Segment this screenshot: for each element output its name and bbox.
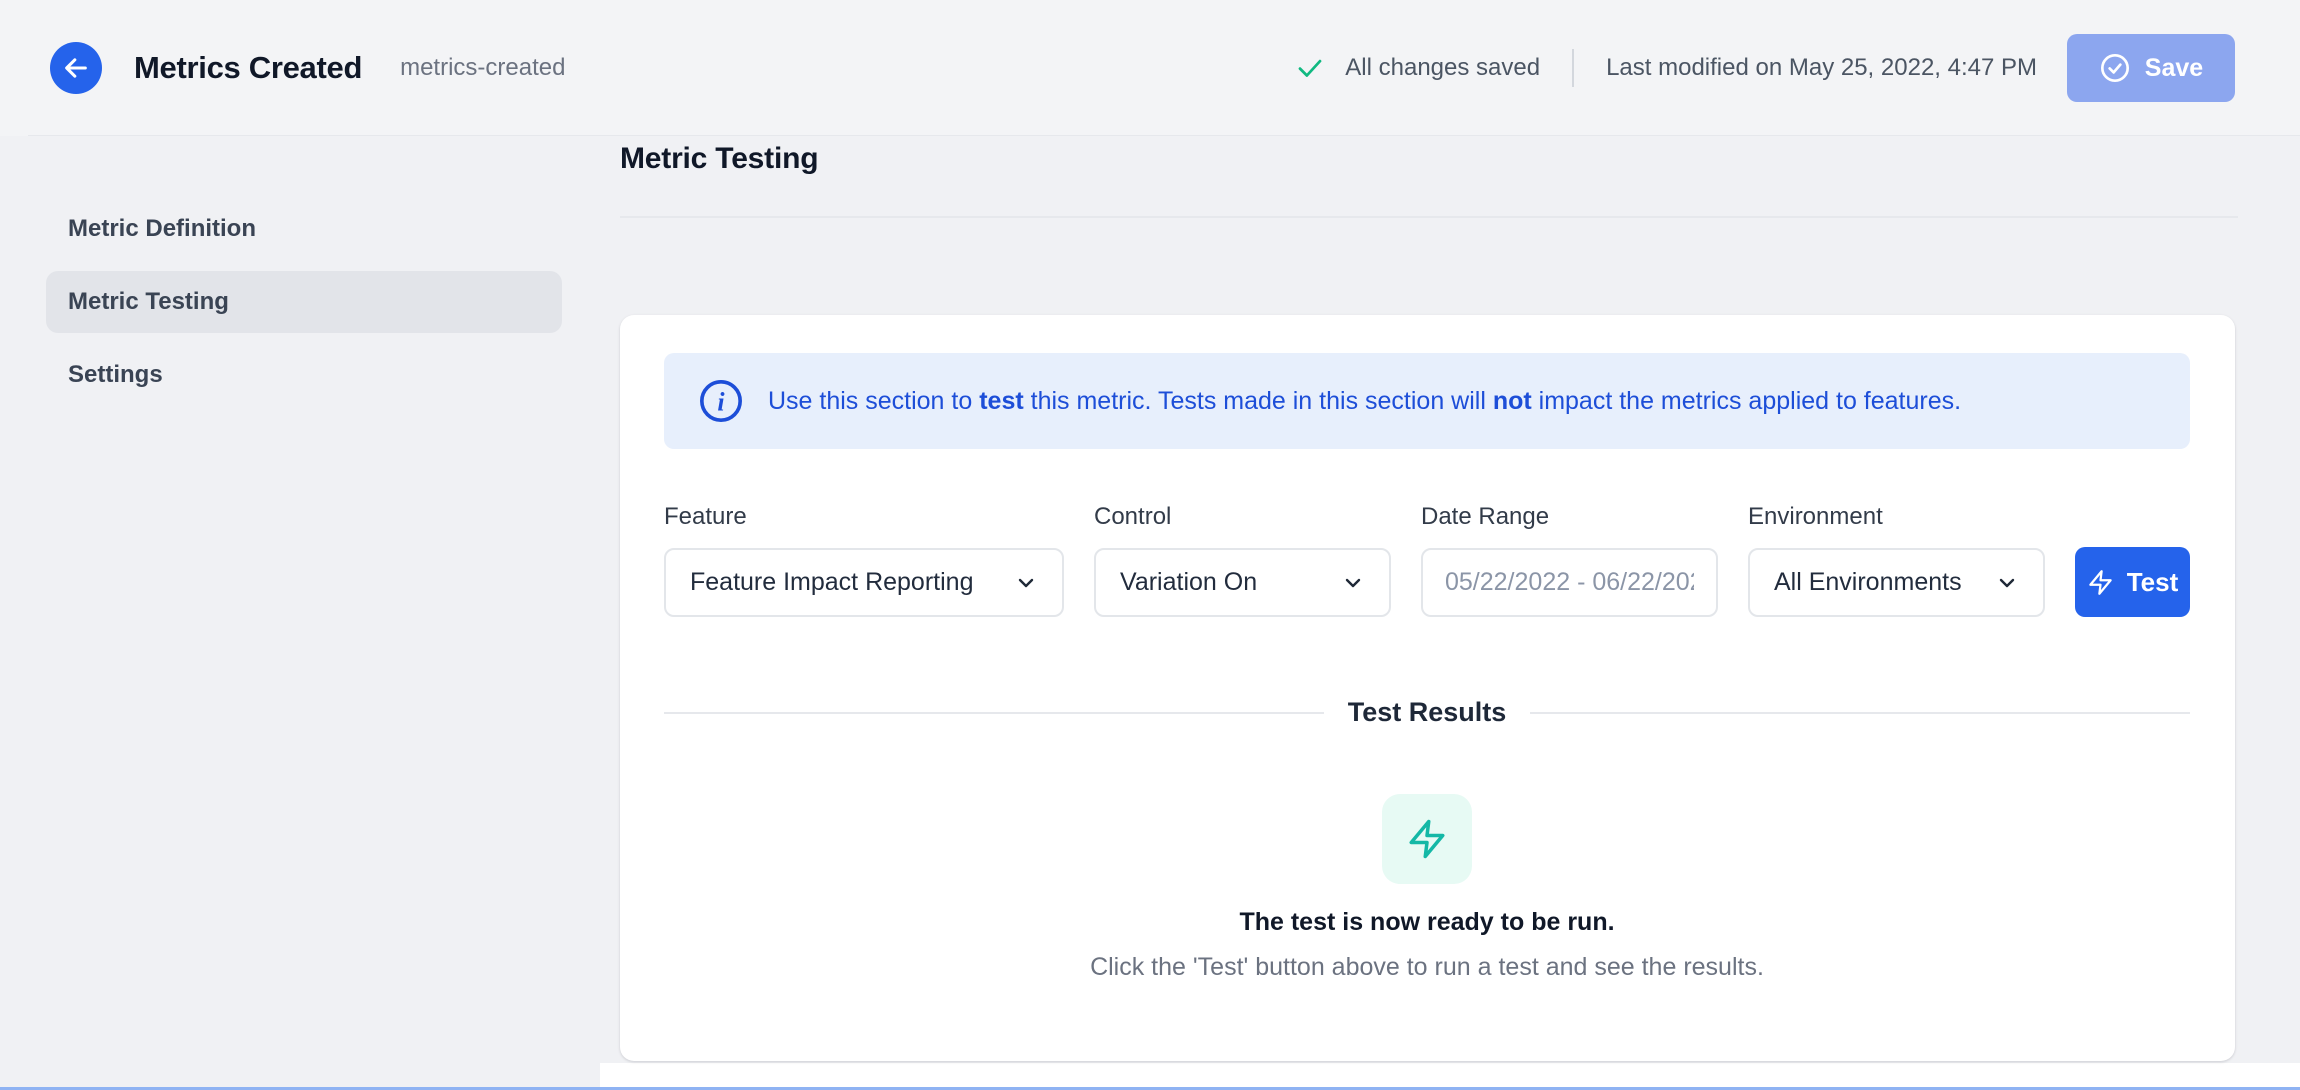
save-button-label: Save (2145, 54, 2203, 83)
section-heading: Metric Testing (620, 142, 818, 176)
chevron-down-icon (1995, 571, 2019, 595)
test-form: Feature Feature Impact Reporting Control… (664, 503, 2190, 617)
control-dropdown-value: Variation On (1120, 568, 1257, 597)
chevron-down-icon (1014, 571, 1038, 595)
lightning-bolt-icon (2087, 569, 2114, 596)
ready-instruction: Click the 'Test' button above to run a t… (664, 953, 2190, 982)
environment-dropdown-value: All Environments (1774, 568, 1962, 597)
sidebar-item-label: Settings (68, 361, 163, 389)
feature-dropdown-value: Feature Impact Reporting (690, 568, 973, 597)
info-banner-text: Use this section to test this metric. Te… (768, 387, 1961, 416)
environment-dropdown[interactable]: All Environments (1748, 548, 2045, 617)
test-button-label: Test (2127, 567, 2179, 598)
arrow-left-icon (62, 54, 90, 82)
sidebar-item-metric-definition[interactable]: Metric Definition (46, 198, 562, 260)
metric-testing-card: i Use this section to test this metric. … (620, 315, 2235, 1061)
control-dropdown[interactable]: Variation On (1094, 548, 1391, 617)
feature-dropdown[interactable]: Feature Impact Reporting (664, 548, 1064, 617)
svg-text:i: i (717, 388, 725, 417)
sidebar-item-settings[interactable]: Settings (46, 344, 562, 406)
chevron-down-icon (1341, 571, 1365, 595)
check-icon (1295, 53, 1325, 83)
page-slug: metrics-created (400, 54, 565, 82)
top-bar: Metrics Created metrics-created All chan… (0, 0, 2300, 136)
page-title: Metrics Created (134, 50, 362, 86)
ready-bolt-tile (1382, 794, 1472, 884)
save-status: All changes saved (1295, 53, 1540, 83)
date-range-label: Date Range (1421, 503, 1718, 531)
vertical-divider (1572, 49, 1574, 87)
save-button[interactable]: Save (2067, 34, 2235, 102)
section-divider (620, 216, 2238, 218)
main-panel: Metric Testing i Use this section to tes… (600, 136, 2300, 1090)
test-results-divider: Test Results (664, 697, 2190, 728)
sidebar-item-label: Metric Definition (68, 215, 256, 243)
save-status-text: All changes saved (1345, 54, 1540, 82)
info-icon: i (698, 378, 744, 424)
feature-label: Feature (664, 503, 1064, 531)
last-modified-text: Last modified on May 25, 2022, 4:47 PM (1606, 54, 2037, 82)
info-banner: i Use this section to test this metric. … (664, 353, 2190, 449)
test-button[interactable]: Test (2075, 547, 2190, 617)
sidebar-item-label: Metric Testing (68, 288, 229, 316)
ready-message: The test is now ready to be run. (664, 908, 2190, 937)
sidebar-item-metric-testing[interactable]: Metric Testing (46, 271, 562, 333)
test-results-heading: Test Results (1348, 697, 1507, 728)
control-label: Control (1094, 503, 1391, 531)
sidebar: Metric Definition Metric Testing Setting… (0, 136, 600, 1090)
date-range-input[interactable] (1421, 548, 1718, 617)
circle-check-icon (2099, 52, 2131, 84)
back-button[interactable] (50, 42, 102, 94)
environment-label: Environment (1748, 503, 2045, 531)
lightning-bolt-icon (1406, 818, 1448, 860)
